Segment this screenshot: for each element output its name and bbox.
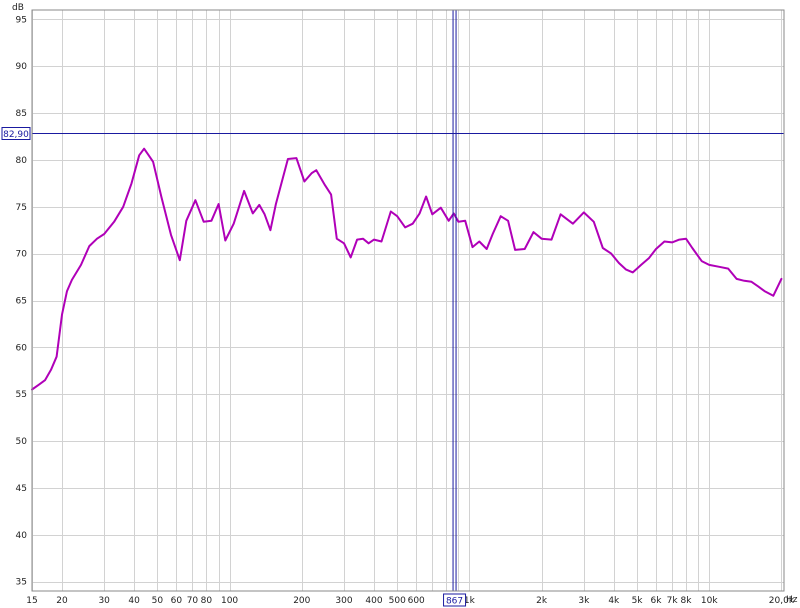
y-tick-label: 80 bbox=[16, 156, 28, 166]
y-tick-labels: 35 40 45 50 55 60 65 70 75 80 85 90 95 bbox=[16, 15, 28, 587]
x-tick-label: 4k bbox=[608, 596, 620, 606]
y-tick-label: 40 bbox=[16, 531, 28, 541]
x-tick-label: 60 bbox=[171, 596, 183, 606]
x-tick-label: 100 bbox=[221, 596, 238, 606]
y-tick-label: 55 bbox=[16, 390, 27, 400]
y-tick-label: 65 bbox=[16, 297, 27, 307]
x-tick-label: 30 bbox=[98, 596, 110, 606]
x-tick-label: 3k bbox=[578, 596, 590, 606]
y-tick-label: 45 bbox=[16, 484, 27, 494]
x-tick-label: 50 bbox=[152, 596, 164, 606]
y-tick-label: 70 bbox=[16, 250, 28, 260]
x-tick-label: 70 bbox=[187, 596, 199, 606]
y-tick-label: 75 bbox=[16, 203, 27, 213]
x-tick-label: 400 bbox=[365, 596, 382, 606]
x-tick-label: 80 bbox=[201, 596, 213, 606]
y-axis-unit: dB bbox=[12, 3, 24, 13]
x-tick-label: 7k bbox=[667, 596, 679, 606]
x-tick-label: 600 bbox=[408, 596, 425, 606]
x-tick-label: 20 bbox=[56, 596, 68, 606]
x-tick-label: 500 bbox=[389, 596, 406, 606]
cursor-x-readout: 867 bbox=[446, 597, 463, 607]
y-tick-label: 50 bbox=[16, 437, 28, 447]
x-tick-label: 8k bbox=[681, 596, 693, 606]
frequency-response-chart: 35 40 45 50 55 60 65 70 75 80 85 90 95 15 20 30 40 50 60 7… bbox=[1, 3, 798, 607]
y-tick-label: 90 bbox=[16, 62, 28, 72]
y-tick-label: 85 bbox=[16, 109, 27, 119]
x-tick-label: 2k bbox=[536, 596, 548, 606]
x-tick-label: 200 bbox=[293, 596, 310, 606]
x-tick-label: 40 bbox=[128, 596, 140, 606]
y-tick-label: 35 bbox=[16, 578, 27, 588]
y-tick-label: 60 bbox=[16, 343, 28, 353]
x-tick-label: 5k bbox=[632, 596, 644, 606]
x-tick-label: 15 bbox=[26, 596, 37, 606]
x-axis-unit: Hz bbox=[786, 595, 798, 605]
x-tick-label: 10k bbox=[701, 596, 718, 606]
x-tick-labels: 152030405060708010020030040050060081k2k3… bbox=[26, 596, 795, 606]
plot-area bbox=[32, 10, 784, 591]
cursor-y-readout: 82,90 bbox=[3, 130, 29, 140]
x-tick-label: 6k bbox=[651, 596, 663, 606]
x-tick-label: 300 bbox=[335, 596, 352, 606]
y-tick-label: 95 bbox=[16, 15, 27, 25]
